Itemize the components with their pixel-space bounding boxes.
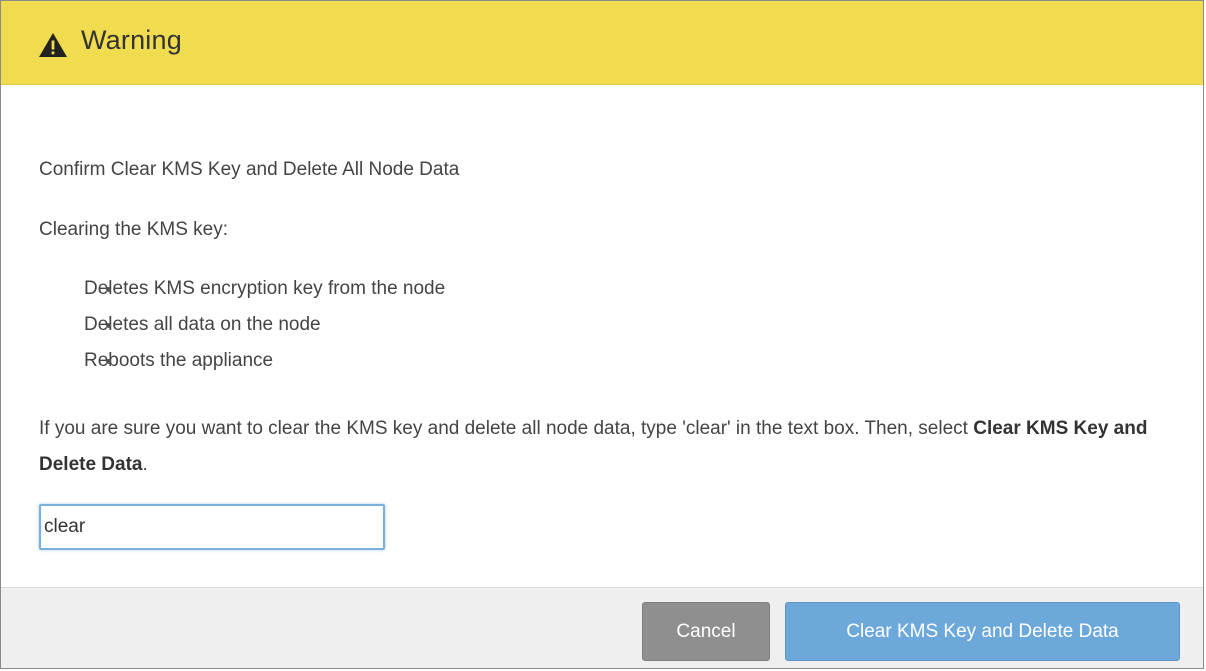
cancel-button[interactable]: Cancel	[642, 602, 770, 661]
list-item: Deletes all data on the node	[79, 313, 445, 349]
instruction-text: If you are sure you want to clear the KM…	[39, 411, 1159, 483]
list-item-text: Deletes KMS encryption key from the node	[84, 278, 446, 299]
list-item: Reboots the appliance	[79, 349, 445, 385]
consequence-list: Deletes KMS encryption key from the node…	[39, 277, 445, 385]
clear-kms-key-and-delete-data-button[interactable]: Clear KMS Key and Delete Data	[785, 602, 1180, 661]
list-item-text: Reboots the appliance	[84, 350, 274, 371]
confirm-text-input[interactable]	[39, 504, 385, 550]
list-item: Deletes KMS encryption key from the node	[79, 277, 445, 313]
instruction-prefix: If you are sure you want to clear the KM…	[39, 418, 974, 439]
warning-triangle-icon	[39, 33, 67, 57]
warning-dialog: Warning Confirm Clear KMS Key and Delete…	[0, 0, 1204, 669]
list-item-text: Deletes all data on the node	[84, 314, 321, 335]
dialog-header: Warning	[1, 1, 1203, 85]
dialog-footer: Cancel Clear KMS Key and Delete Data	[1, 587, 1203, 668]
confirm-subtitle: Confirm Clear KMS Key and Delete All Nod…	[39, 159, 460, 180]
dialog-body: Confirm Clear KMS Key and Delete All Nod…	[1, 85, 1203, 587]
dialog-title: Warning	[81, 25, 182, 55]
clearing-lead-text: Clearing the KMS key:	[39, 219, 229, 240]
instruction-suffix: .	[142, 454, 148, 475]
